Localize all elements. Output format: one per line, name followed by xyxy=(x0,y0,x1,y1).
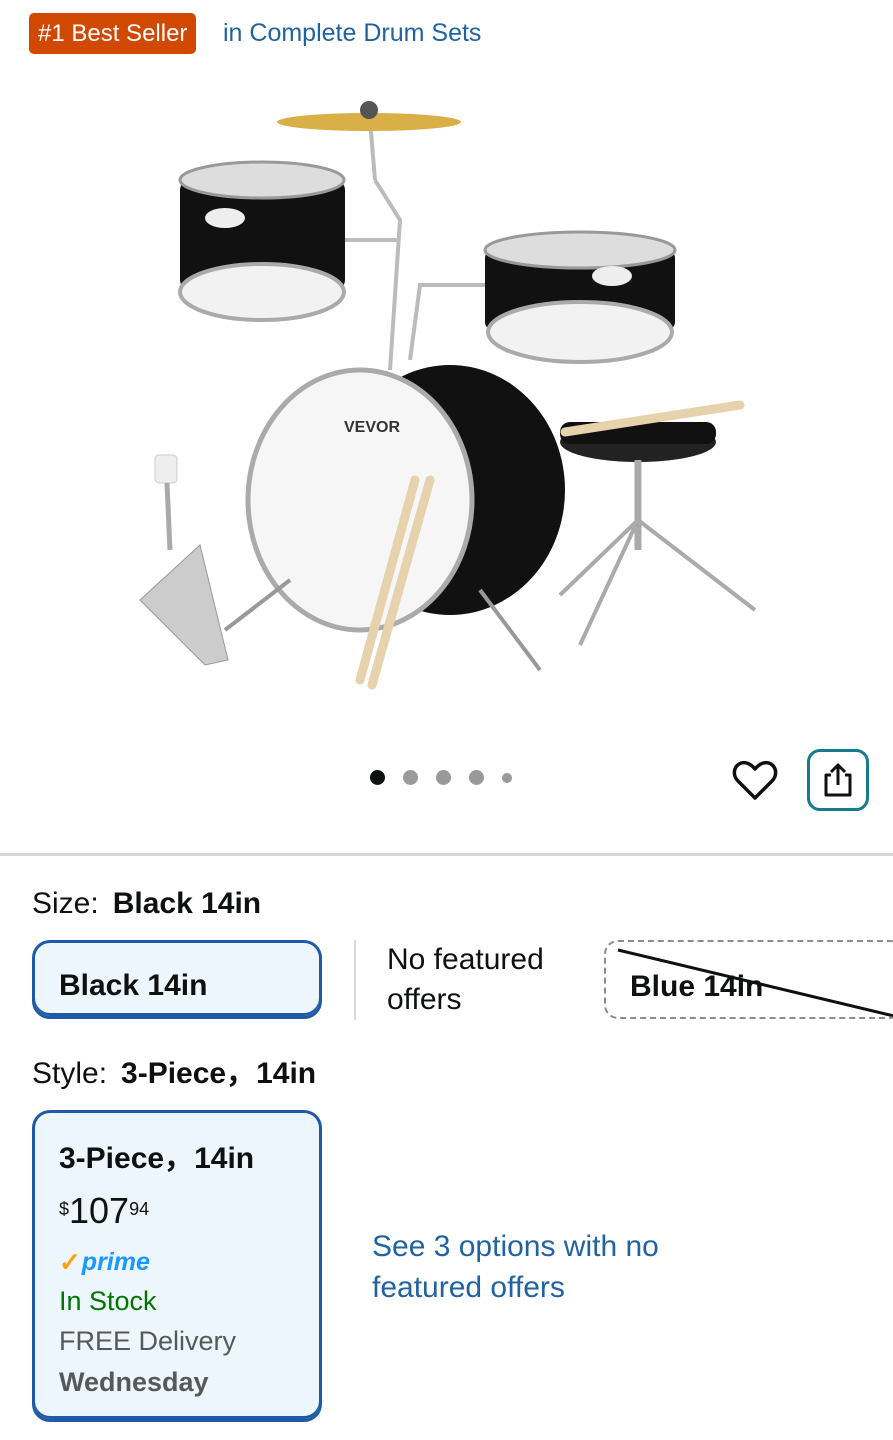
carousel-dot-1[interactable] xyxy=(370,770,385,785)
bass-pedal xyxy=(139,454,229,666)
section-divider xyxy=(0,853,893,856)
style-selection-label: Style: 3-Piece，14in xyxy=(32,1054,316,1094)
prime-badge: ✓ prime xyxy=(59,1247,319,1278)
right-tom xyxy=(408,230,677,364)
image-carousel-dots[interactable] xyxy=(370,770,512,785)
price-whole: 107 xyxy=(69,1190,130,1231)
option-separator xyxy=(354,940,356,1020)
best-seller-category-link[interactable]: in Complete Drum Sets xyxy=(223,13,481,54)
carousel-dot-5[interactable] xyxy=(502,772,512,783)
price: $10794 xyxy=(59,1189,319,1233)
drum-throne xyxy=(558,400,757,646)
no-featured-offers-text: No featured offers xyxy=(387,943,544,1016)
size-option-blue-14in[interactable]: Blue 14in xyxy=(604,940,893,1019)
product-image[interactable]: VEVOR xyxy=(110,80,790,700)
style-option-3-piece[interactable]: 3-Piece，14in $10794 ✓ prime In Stock FREE… xyxy=(32,1110,322,1422)
share-button[interactable] xyxy=(807,749,869,811)
delivery-day: Wednesday xyxy=(59,1367,209,1397)
carousel-dot-2[interactable] xyxy=(403,770,418,785)
size-value: Black 14in xyxy=(112,887,262,920)
price-currency: $ xyxy=(59,1199,70,1219)
svg-text:VEVOR: VEVOR xyxy=(344,419,400,436)
share-icon xyxy=(824,763,852,797)
stock-status: In Stock xyxy=(59,1286,157,1316)
prime-label: prime xyxy=(81,1248,150,1276)
best-seller-badge[interactable]: #1 Best Seller xyxy=(29,13,197,54)
bass-drum: VEVOR xyxy=(223,365,565,690)
carousel-dot-4[interactable] xyxy=(469,770,484,785)
size-option-black-14in[interactable]: Black 14in xyxy=(32,940,322,1019)
carousel-dot-3[interactable] xyxy=(436,770,451,785)
see-more-options-link[interactable]: See 3 options with no featured offers xyxy=(372,1226,702,1308)
size-selection-label: Size: Black 14in xyxy=(32,884,261,924)
delivery-text: FREE Delivery xyxy=(59,1326,237,1356)
style-value: 3-Piece，14in xyxy=(121,1057,317,1090)
style-option-title: 3-Piece，14in xyxy=(59,1142,255,1175)
heart-icon[interactable] xyxy=(731,757,779,805)
unavailable-strike xyxy=(617,948,893,1017)
style-key: Style: xyxy=(32,1057,108,1090)
price-fraction: 94 xyxy=(129,1199,150,1219)
left-tom xyxy=(178,160,400,322)
prime-check-icon: ✓ xyxy=(59,1247,81,1277)
size-key: Size: xyxy=(32,887,99,920)
